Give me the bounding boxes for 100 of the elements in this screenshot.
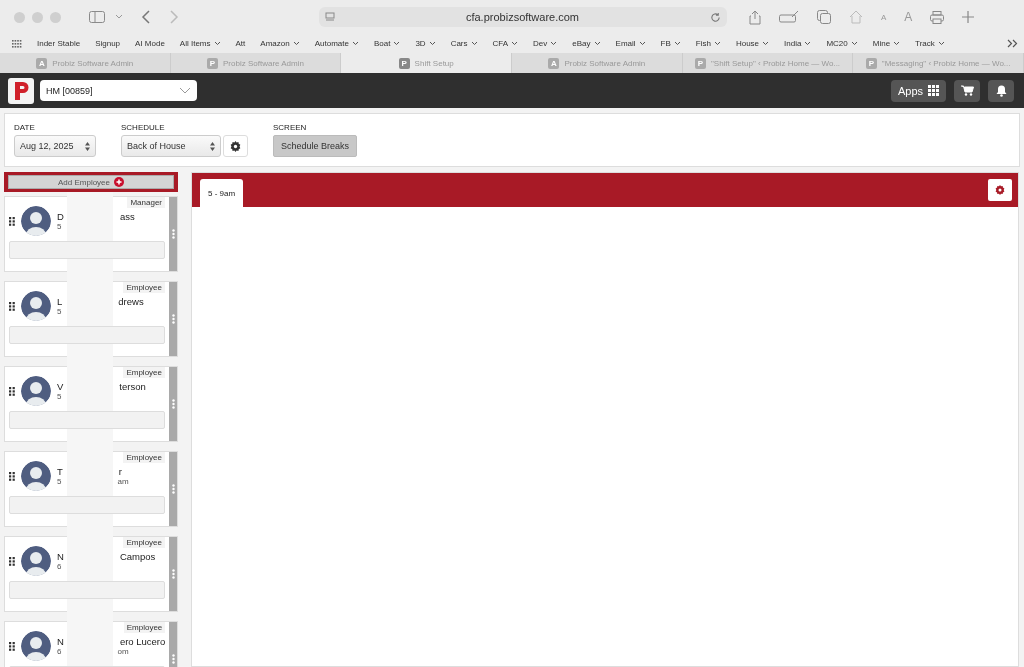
bookmark-item[interactable]: FB	[660, 39, 681, 48]
bookmark-item[interactable]: Fish	[695, 39, 721, 48]
date-picker[interactable]: Aug 12, 2025	[14, 135, 96, 157]
plus-circle-icon	[114, 177, 124, 187]
chevron-down-icon	[393, 41, 401, 46]
address-bar[interactable]: cfa.probizsoftware.com	[319, 7, 727, 27]
role-tag: Manager	[127, 197, 165, 208]
grid-icon	[928, 85, 939, 96]
keyboard-pen-icon[interactable]	[779, 11, 799, 23]
employee-name: D	[57, 211, 64, 222]
print-icon[interactable]	[930, 10, 945, 24]
add-employee-button[interactable]: Add Employee	[8, 175, 174, 189]
avatar-icon	[21, 206, 51, 236]
bookmark-item[interactable]: Cars	[450, 39, 478, 48]
bookmark-item[interactable]: Inder Stable	[37, 39, 81, 48]
card-menu-handle[interactable]	[169, 537, 177, 611]
employee-name: T	[57, 466, 63, 477]
bookmark-item[interactable]: India	[784, 39, 812, 48]
status-field[interactable]	[9, 326, 165, 344]
settings-button[interactable]	[988, 179, 1012, 201]
browser-tab[interactable]: P Shift Setup	[341, 53, 512, 73]
chevron-down-icon	[428, 41, 436, 46]
logo-icon[interactable]	[8, 77, 34, 104]
new-tab-icon[interactable]	[962, 11, 975, 23]
apps-button[interactable]: Apps	[890, 79, 946, 102]
avatar-icon	[21, 291, 51, 321]
card-menu-handle[interactable]	[169, 367, 177, 441]
employee-name: V	[57, 381, 64, 392]
notifications-button[interactable]	[988, 79, 1014, 102]
bookmark-item[interactable]: Track	[915, 39, 945, 48]
more-bookmarks-icon[interactable]	[1007, 39, 1018, 48]
stepper-arrows-icon	[210, 141, 215, 151]
bookmark-item[interactable]: eBay	[572, 39, 601, 48]
cart-button[interactable]	[954, 79, 980, 102]
favicon: P	[865, 57, 877, 69]
drag-handle-icon[interactable]	[9, 301, 15, 311]
chevron-down-icon	[893, 41, 901, 46]
employee-name: N	[57, 551, 64, 562]
bookmark-item[interactable]: MC20	[826, 39, 858, 48]
settings-button[interactable]	[223, 135, 248, 157]
chevron-down-icon	[673, 41, 681, 46]
chevron-down-icon	[179, 87, 191, 94]
bookmark-item[interactable]: Email	[615, 39, 646, 48]
employee-name: ass	[119, 211, 135, 222]
shift-time: 6	[57, 562, 62, 571]
sidebar-icon[interactable]	[89, 11, 105, 23]
bookmark-item[interactable]: Dev	[533, 39, 558, 48]
employee-name: Campos	[119, 551, 156, 562]
apps-grid-icon[interactable]	[12, 39, 22, 48]
home-icon[interactable]	[849, 10, 863, 24]
chevron-down-icon	[713, 41, 721, 46]
schedule-select[interactable]: Back of House	[121, 135, 221, 157]
share-icon[interactable]	[749, 9, 761, 25]
card-menu-handle[interactable]	[169, 282, 177, 356]
card-menu-handle[interactable]	[169, 197, 177, 271]
bookmark-item[interactable]: All Items	[179, 39, 221, 48]
shift-tab[interactable]: 5 - 9am	[200, 179, 244, 207]
favicon: P	[694, 57, 706, 69]
avatar-icon	[21, 631, 51, 661]
role-tag: Employee	[123, 622, 166, 633]
chevron-down-icon	[550, 41, 558, 46]
employee-name: L	[57, 296, 63, 307]
tabs-overview-icon[interactable]	[817, 10, 831, 24]
bookmark-item[interactable]: Signup	[95, 39, 121, 48]
drag-handle-icon[interactable]	[9, 556, 15, 566]
drag-handle-icon[interactable]	[9, 471, 15, 481]
avatar-icon	[21, 461, 51, 491]
reload-icon[interactable]	[710, 11, 721, 23]
status-field[interactable]	[9, 411, 165, 429]
bookmark-item[interactable]: AI Mode	[135, 39, 165, 48]
card-menu-handle[interactable]	[169, 452, 177, 526]
favicon: P	[207, 57, 219, 69]
bookmark-item[interactable]: Boat	[373, 39, 401, 48]
location-select[interactable]: HM [00859]	[40, 80, 197, 101]
employee-name: drews	[118, 296, 144, 307]
bookmark-item[interactable]: 3D	[415, 39, 436, 48]
schedule-label: SCHEDULE	[121, 123, 166, 132]
back-icon[interactable]	[141, 10, 151, 24]
bookmark-item[interactable]: Automate	[314, 39, 359, 48]
drag-handle-icon[interactable]	[9, 641, 15, 651]
bookmark-item[interactable]: CFA	[492, 39, 519, 48]
role-tag: Employee	[123, 452, 165, 463]
status-field[interactable]	[9, 241, 165, 259]
forward-icon[interactable]	[169, 10, 179, 24]
drag-handle-icon[interactable]	[9, 386, 15, 396]
bell-icon	[995, 84, 1007, 97]
schedule-breaks-button[interactable]: Schedule Breaks	[273, 135, 358, 157]
bookmark-item[interactable]: Mine	[872, 39, 901, 48]
chevron-down-icon	[470, 41, 478, 46]
bookmark-item[interactable]: Att	[235, 39, 246, 48]
bookmark-item[interactable]: Amazon	[260, 39, 300, 48]
shift-time: 6	[57, 647, 62, 656]
status-field[interactable]	[9, 581, 165, 599]
chevron-down-icon[interactable]	[115, 14, 123, 20]
bookmark-item[interactable]: House	[735, 39, 770, 48]
role-tag: Employee	[123, 367, 165, 378]
chevron-down-icon	[292, 41, 300, 46]
status-field[interactable]	[9, 496, 165, 514]
drag-handle-icon[interactable]	[9, 216, 15, 226]
chevron-down-icon	[804, 41, 812, 46]
